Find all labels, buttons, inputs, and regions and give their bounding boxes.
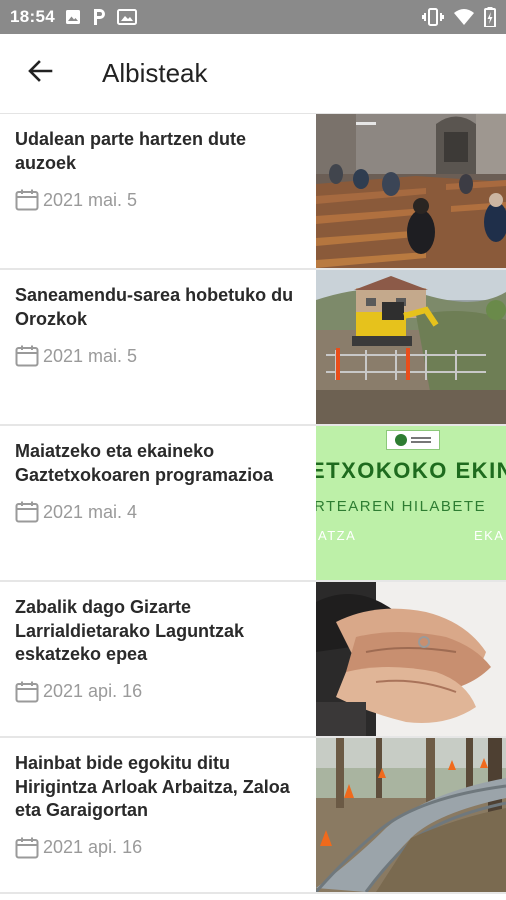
status-bar: 18:54 — [0, 0, 506, 34]
image-icon — [65, 9, 81, 25]
calendar-icon — [15, 837, 39, 859]
news-thumbnail-hands — [316, 582, 506, 736]
news-date: 2021 mai. 5 — [15, 189, 304, 211]
news-item[interactable]: Saneamendu-sarea hobetuko du Orozkok 202… — [0, 270, 506, 426]
news-date: 2021 api. 16 — [15, 681, 304, 703]
news-title: Saneamendu-sarea hobetuko du Orozkok — [15, 285, 294, 329]
news-title: Hainbat bide egokitu ditu Hirigintza Arl… — [15, 753, 290, 820]
news-list: Udalean parte hartzen dute auzoek 2021 m… — [0, 114, 506, 894]
news-text: Zabalik dago Gizarte Larrialdietarako La… — [0, 582, 316, 736]
news-item[interactable]: Udalean parte hartzen dute auzoek 2021 m… — [0, 114, 506, 270]
news-date-text: 2021 api. 16 — [43, 837, 143, 857]
news-thumbnail-excavator — [316, 270, 506, 424]
poster-line-1: ETXOKOKO EKIN — [316, 458, 506, 483]
news-date: 2021 api. 16 — [15, 837, 304, 859]
news-item[interactable]: Zabalik dago Gizarte Larrialdietarako La… — [0, 582, 506, 738]
news-title: Maiatzeko eta ekaineko Gaztetxokoaren pr… — [15, 441, 274, 485]
poster-line-3-right: EKA — [474, 528, 505, 543]
calendar-icon — [15, 189, 39, 211]
news-thumbnail-church — [316, 114, 506, 268]
poster-line-3-left: ATZA — [318, 528, 357, 543]
news-title: Zabalik dago Gizarte Larrialdietarako La… — [15, 597, 245, 664]
app-bar: Albisteak — [0, 34, 506, 114]
calendar-icon — [15, 501, 39, 523]
news-text: Saneamendu-sarea hobetuko du Orozkok 202… — [0, 270, 316, 424]
news-date-text: 2021 mai. 5 — [43, 345, 138, 366]
battery-icon — [484, 7, 496, 27]
status-time: 18:54 — [10, 7, 55, 26]
news-thumbnail-path — [316, 738, 506, 892]
news-thumbnail-poster: ETXOKOKO EKIN RTEAREN HILABETE ATZA EKA — [316, 426, 506, 580]
news-item[interactable]: Hainbat bide egokitu ditu Hirigintza Arl… — [0, 738, 506, 894]
poster-line-2: RTEAREN HILABETE — [316, 498, 487, 515]
news-date: 2021 mai. 4 — [15, 501, 304, 523]
news-date: 2021 mai. 5 — [15, 345, 304, 367]
news-date-text: 2021 mai. 5 — [43, 189, 138, 210]
news-date-text: 2021 api. 16 — [43, 681, 143, 701]
logo-lines — [411, 437, 431, 443]
seal-icon — [395, 434, 407, 446]
wifi-icon — [454, 9, 474, 25]
news-date-text: 2021 mai. 4 — [43, 501, 138, 522]
parking-icon — [91, 8, 107, 26]
news-text: Udalean parte hartzen dute auzoek 2021 m… — [0, 114, 316, 268]
news-title: Udalean parte hartzen dute auzoek — [15, 129, 247, 173]
page-title: Albisteak — [102, 58, 208, 88]
calendar-icon — [15, 345, 39, 367]
vibrate-icon — [422, 8, 444, 26]
poster-logo — [386, 430, 440, 450]
photo-icon — [116, 9, 137, 25]
news-item[interactable]: Maiatzeko eta ekaineko Gaztetxokoaren pr… — [0, 426, 506, 582]
back-button[interactable] — [0, 34, 80, 114]
arrow-back-icon — [27, 58, 53, 89]
news-text: Hainbat bide egokitu ditu Hirigintza Arl… — [0, 738, 316, 892]
news-text: Maiatzeko eta ekaineko Gaztetxokoaren pr… — [0, 426, 316, 580]
calendar-icon — [15, 681, 39, 703]
